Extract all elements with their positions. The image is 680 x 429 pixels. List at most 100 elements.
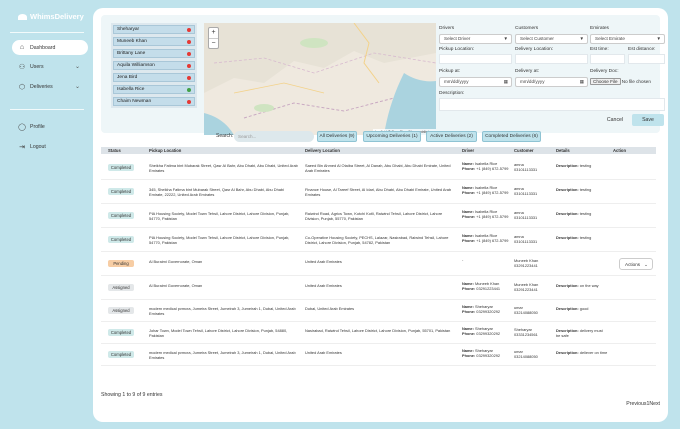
customer-cell: umar 03214088050: [514, 305, 554, 315]
driver-item[interactable]: Sheharyar: [113, 25, 195, 34]
details-text: testing: [579, 235, 592, 240]
driver-item[interactable]: Chaim Newman: [113, 97, 195, 106]
emirate-select-value: Select Emirate: [595, 36, 625, 41]
delivery-form: Drivers Select Driver ▼ Customers Select …: [439, 15, 665, 133]
details-text: on the way: [579, 283, 599, 288]
description-label: Description:: [556, 211, 579, 216]
tab-all-deliveries[interactable]: All Deliveries (9): [317, 131, 357, 142]
calendar-icon: ▦: [579, 79, 584, 84]
search-input[interactable]: Search...: [234, 131, 314, 142]
details-cell: Description: on the way: [556, 283, 608, 288]
driver-select-value: Select Driver: [444, 36, 471, 41]
driver-phone-label: Phone:: [462, 286, 476, 291]
delivery-at-input[interactable]: mm/dd/yyyy ▦: [515, 77, 588, 87]
column-header-customer: Customer: [514, 148, 534, 153]
driver-name: Sheharyar: [117, 27, 140, 32]
map-view[interactable]: + − Leaflet | © OpenStreetMap contributo…: [204, 23, 436, 135]
driver-name: Isabella Rice: [117, 87, 145, 92]
status-badge: Completed: [108, 351, 134, 358]
driver-cell: Name: Isabella Rice Phone: +1 (849) 672-5…: [462, 209, 512, 219]
main-panel: Sheharyar Muneeb Khan Brittany Lane Aqui…: [93, 8, 668, 422]
customer-phone: 03101113331: [514, 215, 538, 220]
driver-phone: -: [462, 257, 464, 262]
driver-item[interactable]: Jena Bird: [113, 73, 195, 82]
status-dot-icon: [187, 100, 191, 104]
customer-cell: amna 03101113331: [514, 234, 554, 244]
delivery-location: Finance House, Al Tareef Street, Al Idar…: [305, 187, 452, 197]
previous-button[interactable]: Previous: [626, 401, 646, 407]
driver-select[interactable]: Select Driver ▼: [439, 34, 512, 44]
filter-bar: Search: Search... All Deliveries (9) Upc…: [93, 131, 668, 143]
est-time-input[interactable]: [590, 54, 625, 64]
box-icon: ⬡: [18, 83, 26, 91]
customer-cell: umar 03214088050: [514, 349, 554, 359]
save-button[interactable]: Save: [632, 114, 664, 126]
sidebar: WhimsDelivery ⌂ Dashboard ⚇ Users ⌄ ⬡ De…: [0, 0, 92, 429]
details-cell: Description: testing: [556, 187, 608, 192]
pickup-location-input[interactable]: [439, 54, 512, 64]
driver-item[interactable]: Muneeb Khan: [113, 37, 195, 46]
zoom-out-button[interactable]: −: [209, 39, 218, 49]
customer-select-value: Select Customer: [520, 36, 554, 41]
status-badge: Completed: [108, 212, 134, 219]
customer-phone: 03101113331: [514, 167, 538, 172]
zoom-in-button[interactable]: +: [209, 28, 218, 39]
driver-phone: +1 (849) 672-5799: [476, 214, 509, 219]
status-badge: Completed: [108, 164, 134, 171]
pickup-at-label: Pickup at:: [439, 69, 461, 74]
driver-cell: Name: Isabella Rice Phone: +1 (849) 672-5…: [462, 233, 512, 243]
driver-phone: 03299320292: [476, 309, 501, 314]
details-cell: Description: testing: [556, 235, 608, 240]
delivery-location: Co-Operative Housing Society, PECHS, Lal…: [305, 235, 449, 245]
tab-upcoming-deliveries[interactable]: Upcoming Deliveries (1): [363, 131, 421, 142]
pickup-location: PIA Housing Society, Model Town Tehsil, …: [149, 235, 290, 245]
chevron-down-icon: ▼: [503, 36, 508, 41]
cancel-button[interactable]: Cancel: [601, 114, 629, 126]
sidebar-item-label: Dashboard: [30, 44, 56, 51]
delivery-location: Saeed Bin Ahmed Al Otaiba Street, Al Dan…: [305, 163, 451, 173]
sidebar-item-users[interactable]: ⚇ Users ⌄: [12, 59, 88, 74]
status-dot-icon: [187, 52, 191, 56]
sidebar-item-dashboard[interactable]: ⌂ Dashboard: [12, 40, 88, 55]
sidebar-item-profile[interactable]: ◯ Profile: [12, 119, 88, 134]
driver-phone-label: Phone:: [462, 353, 476, 358]
actions-dropdown[interactable]: Actions ⌄: [619, 258, 653, 270]
profile-icon: ◯: [18, 123, 26, 131]
pickup-location: PIA Housing Society, Model Town Tehsil, …: [149, 211, 290, 221]
status-dot-icon: [187, 88, 191, 92]
driver-item[interactable]: Isabella Rice: [113, 85, 195, 94]
customer-phone: 03214088050: [514, 310, 538, 315]
driver-item[interactable]: Aquila Williamson: [113, 61, 195, 70]
pickup-location: Sheikha Fatima bint Mubarak Street, Qasr…: [149, 163, 298, 173]
description-input[interactable]: [439, 98, 665, 111]
customer-cell: Sheharyar 03331234561: [514, 327, 554, 337]
chevron-down-icon: ⌄: [74, 84, 80, 90]
driver-name: Muneeb Khan: [117, 39, 147, 44]
choose-file-button[interactable]: Choose File: [590, 78, 621, 85]
details-text: testing: [579, 187, 592, 192]
pickup-at-input[interactable]: mm/dd/yyyy ▦: [439, 77, 512, 87]
tab-completed-deliveries[interactable]: Completed Deliveries (6): [482, 131, 541, 142]
sidebar-item-label: Deliveries: [30, 83, 53, 90]
brand-logo-icon: [18, 13, 27, 20]
column-header-driver: Driver: [462, 148, 475, 153]
driver-phone: 03299320292: [476, 353, 501, 358]
status-dot-icon: [187, 64, 191, 68]
sidebar-item-deliveries[interactable]: ⬡ Deliveries ⌄: [12, 79, 88, 94]
customer-phone: 03101113331: [514, 239, 538, 244]
next-button[interactable]: Next: [649, 401, 660, 407]
delivery-location: United Arab Emirates: [305, 283, 342, 288]
delivery-at-label: Delivery at:: [515, 69, 539, 74]
tab-active-deliveries[interactable]: Active Deliveries (2): [426, 131, 477, 142]
pickup-location: modern medical pvmcra, Jumeira Street, J…: [149, 306, 296, 316]
delivery-location-input[interactable]: [515, 54, 588, 64]
description-label: Description:: [556, 283, 579, 288]
sidebar-item-logout[interactable]: ⇥ Logout: [12, 139, 88, 154]
description-label: Description:: [556, 235, 579, 240]
delivery-editor: Sheharyar Muneeb Khan Brittany Lane Aqui…: [101, 15, 665, 135]
customer-select[interactable]: Select Customer ▼: [515, 34, 588, 44]
est-distance-input[interactable]: [628, 54, 665, 64]
emirate-select[interactable]: Select Emirate ▼: [590, 34, 665, 44]
driver-item[interactable]: Brittany Lane: [113, 49, 195, 58]
column-header-details: Details: [556, 148, 570, 153]
